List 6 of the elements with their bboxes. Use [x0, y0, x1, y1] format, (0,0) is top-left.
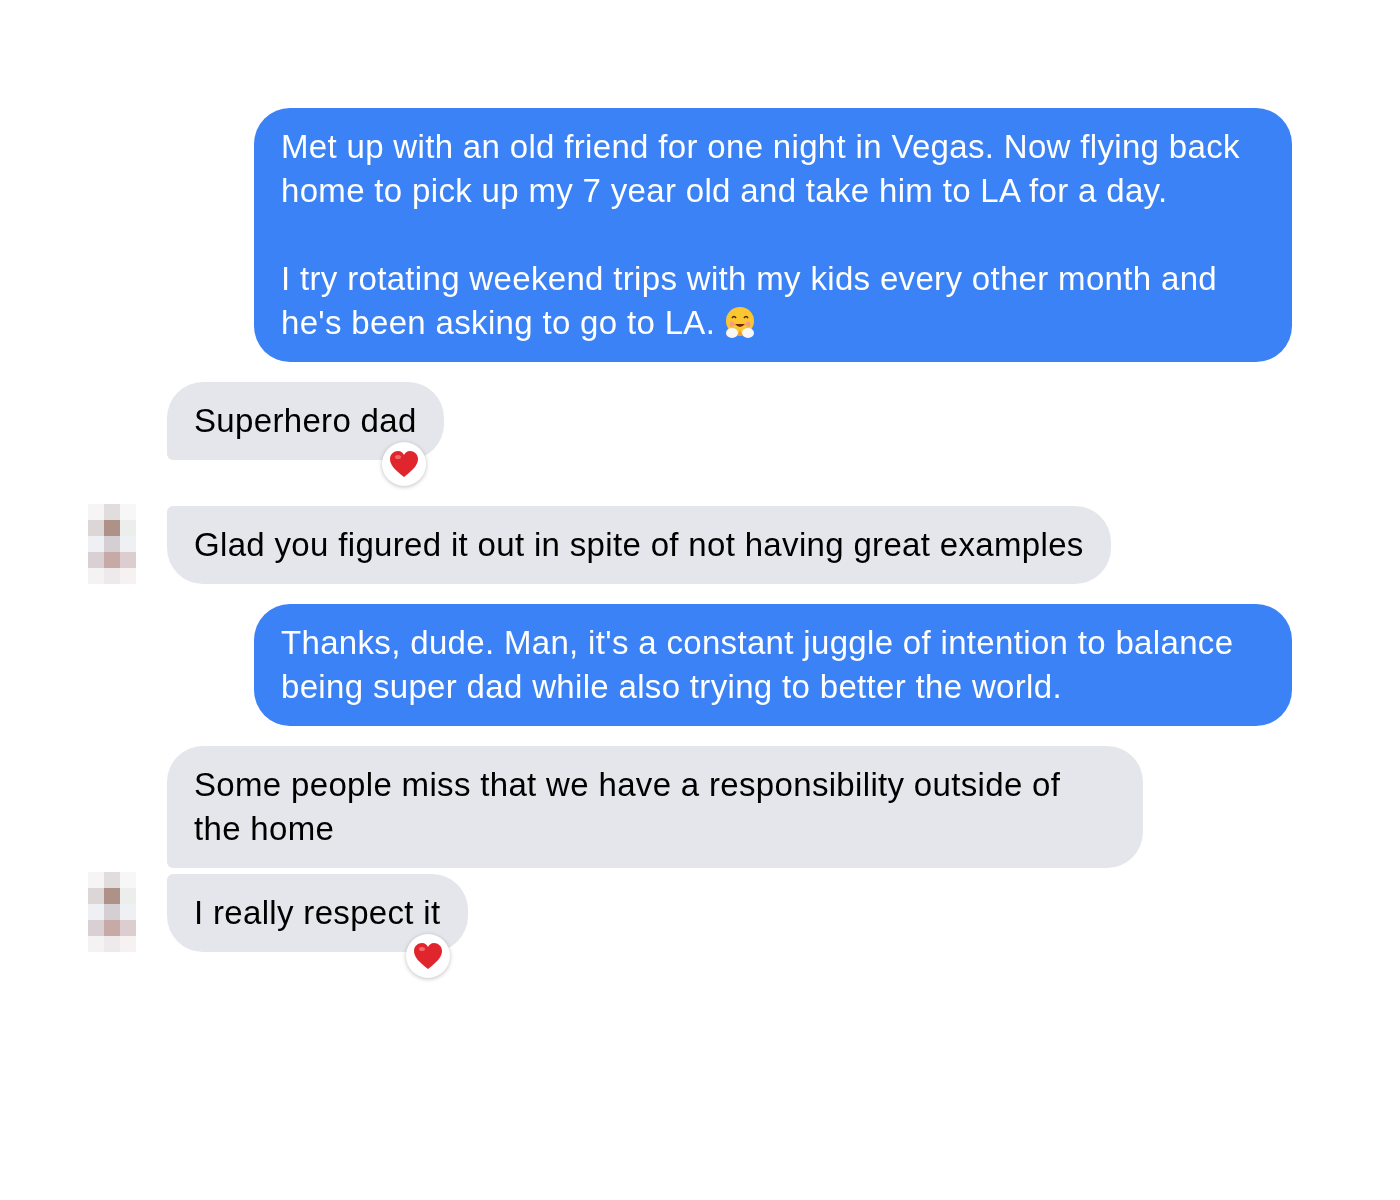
- message-bubble: I really respect it: [167, 874, 468, 952]
- message-bubble: Superhero dad: [167, 382, 444, 460]
- message-bubble: Thanks, dude. Man, it's a constant juggle of intention to balance being super dad while also trying to better the world.: [254, 604, 1292, 726]
- message-bubble: Met up with an old friend for one night in Vegas. Now flying back home to pick up my 7 year old and take him to LA for a day. I try rotating weekend trips with my kids every other month and he's been asking to go to LA.: [254, 108, 1292, 362]
- message-bubble: Some people miss that we have a responsibility outside of the home: [167, 746, 1143, 868]
- message-bubble: Glad you figured it out in spite of not having great examples: [167, 506, 1111, 584]
